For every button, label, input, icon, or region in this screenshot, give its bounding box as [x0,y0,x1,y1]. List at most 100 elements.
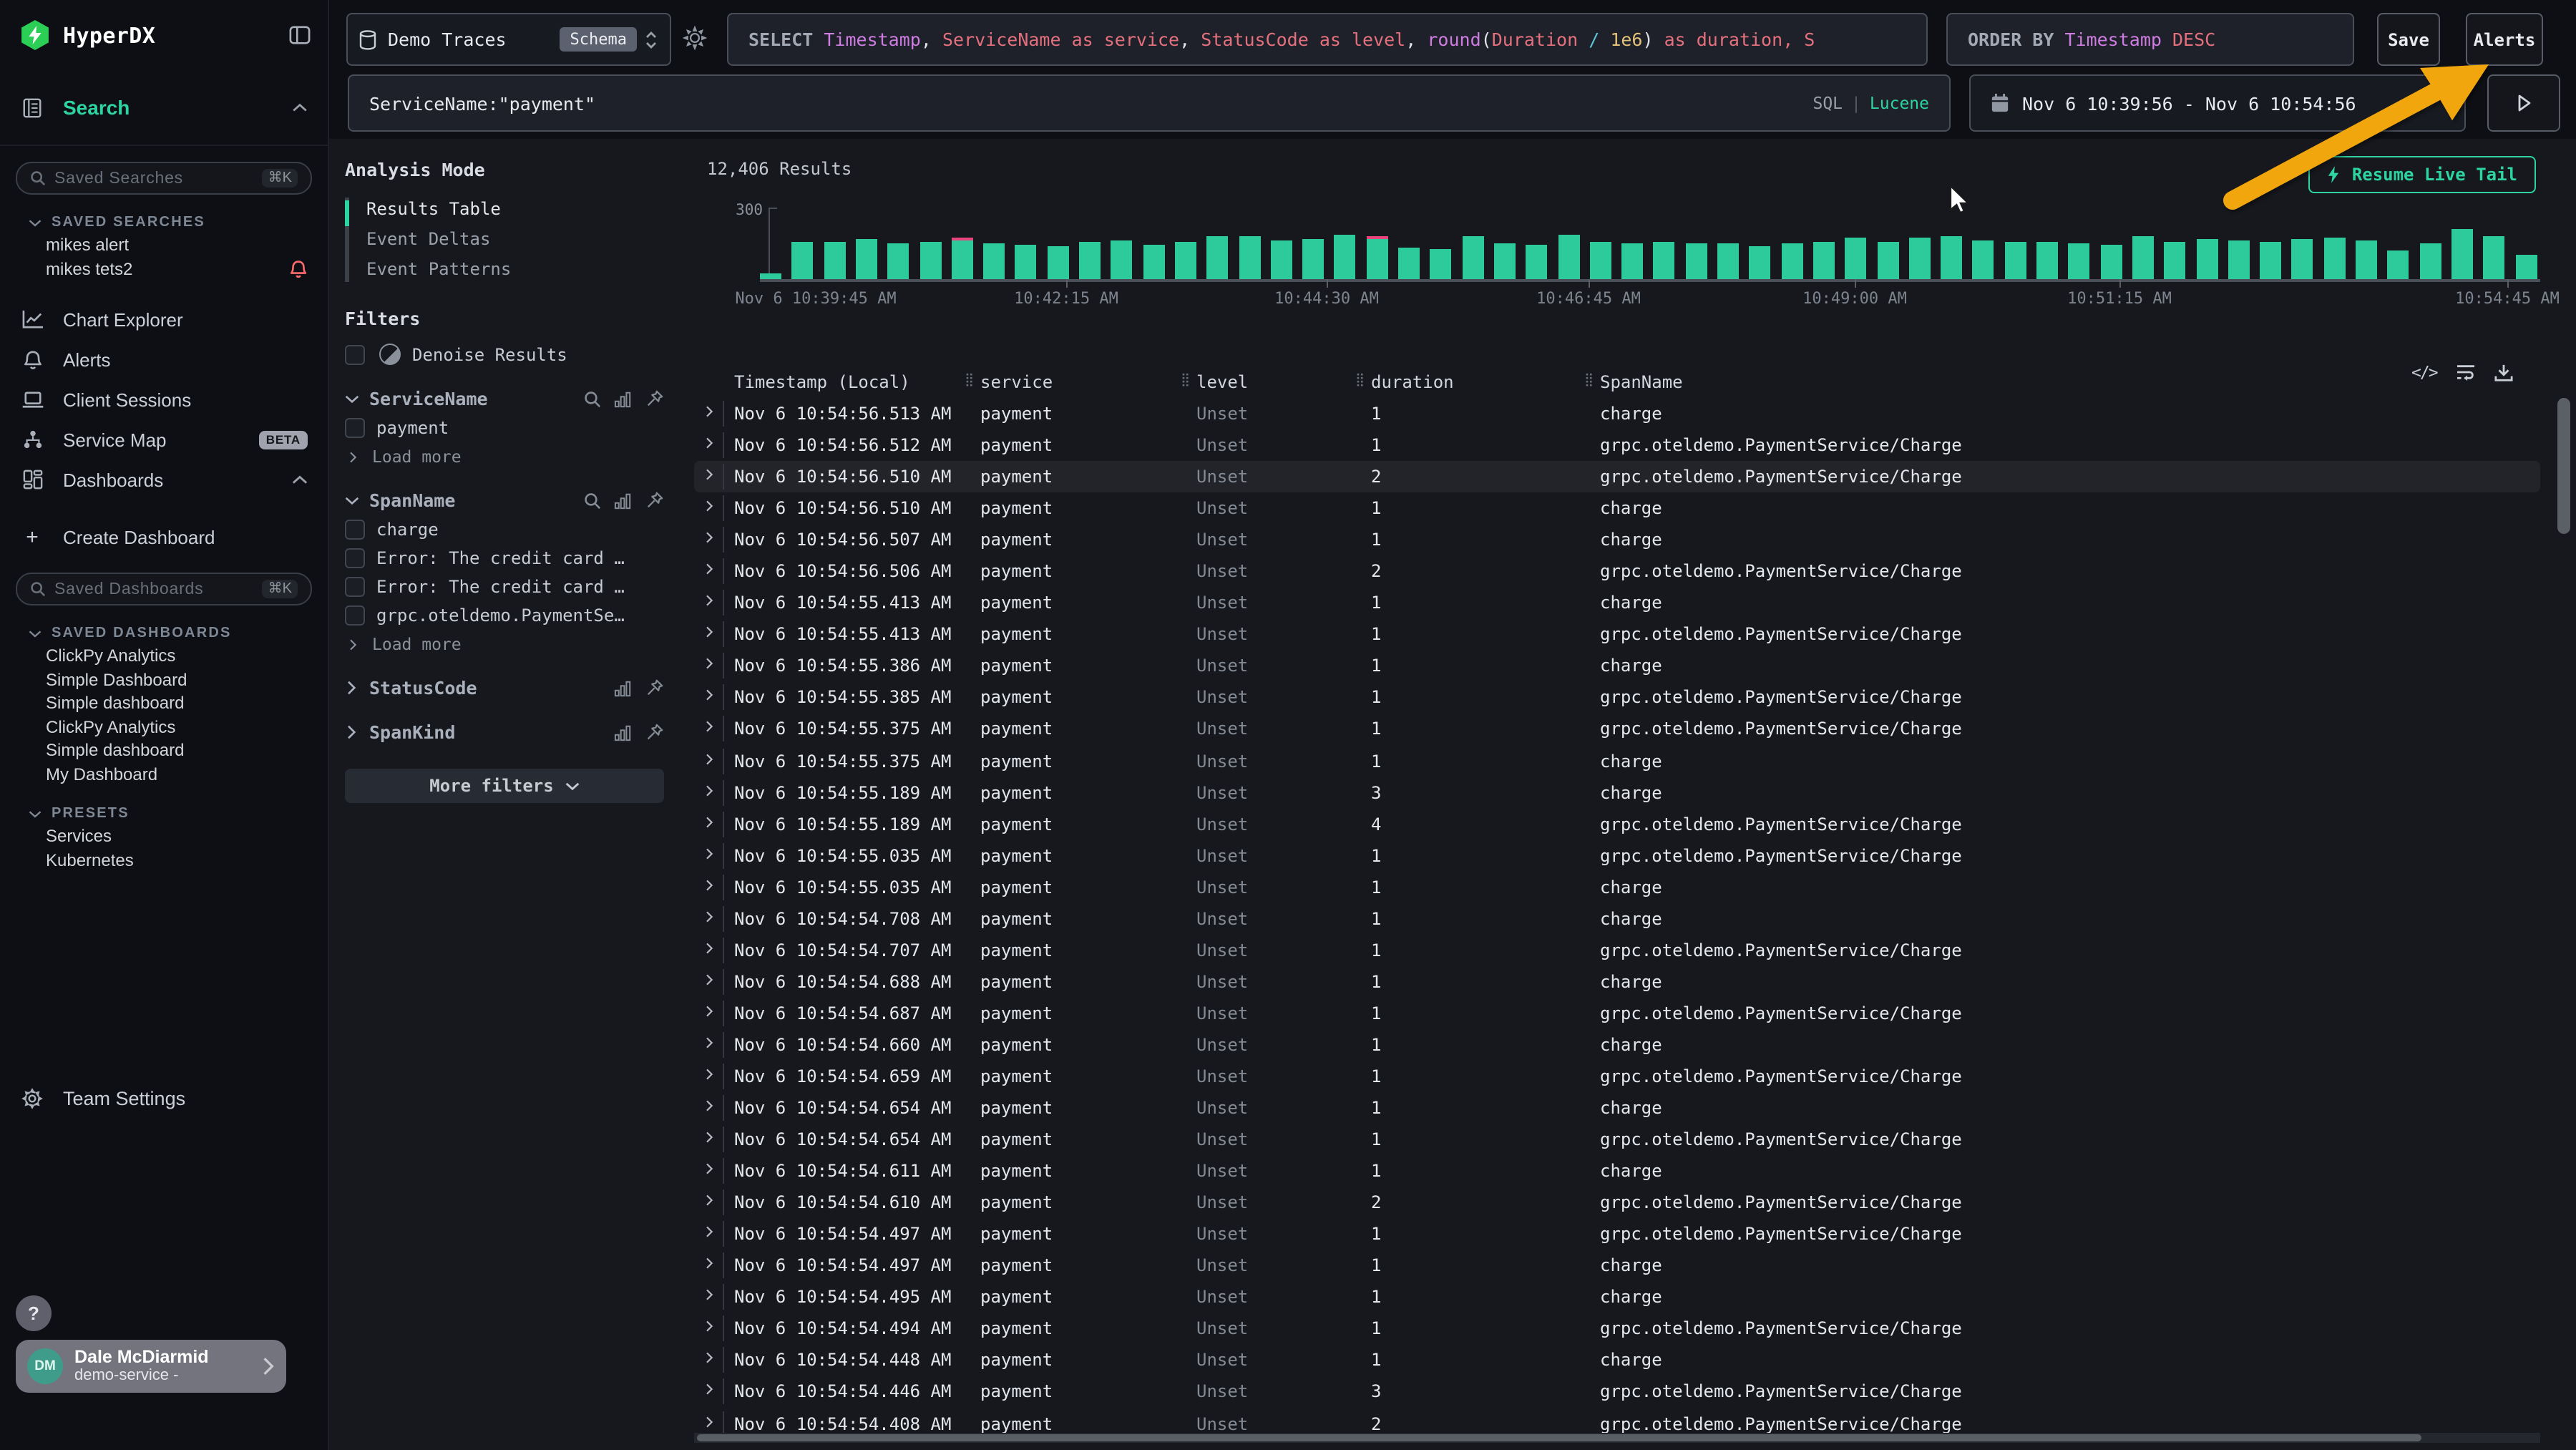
histogram-bar[interactable] [2388,250,2409,279]
row-expand-chevron-icon[interactable] [704,625,716,641]
histogram-bar[interactable] [1111,240,1133,279]
histogram-bar[interactable] [2196,239,2218,279]
histogram-bar[interactable] [1621,244,1643,279]
histogram-bar[interactable] [919,242,941,279]
histogram-bar[interactable] [2483,237,2504,279]
histogram-bar[interactable] [983,243,1005,279]
histogram-bar[interactable] [1750,246,1771,279]
histogram-bar[interactable] [2260,242,2281,279]
histogram-bar[interactable] [887,243,909,279]
presets-section-label[interactable]: PRESETS [29,806,328,822]
histogram-bar[interactable] [1654,243,1675,279]
more-filters-button[interactable]: More filters [345,769,664,803]
dataset-selector[interactable]: Demo Traces Schema [346,13,671,66]
histogram-bar[interactable] [952,240,973,279]
table-row[interactable]: Nov 6 10:54:56.512 AMpaymentUnset1grpc.o… [703,429,2536,461]
user-card[interactable]: DM Dale McDiarmid demo-service - [16,1340,286,1393]
histogram-bar[interactable] [1430,249,1452,279]
histogram-bar[interactable] [1079,243,1101,279]
filter-value-row[interactable]: charge [345,520,664,540]
row-expand-chevron-icon[interactable] [704,1256,716,1272]
histogram-bar[interactable] [2132,237,2154,279]
results-histogram[interactable]: 300 Nov 6 10:39:45 AM10:42:15 AM10:44:30… [703,203,2536,303]
saved-searches-input[interactable]: Saved Searches ⌘K [16,162,312,195]
preset-item[interactable]: Kubernetes [0,848,328,872]
filter-checkbox[interactable] [345,418,365,438]
table-row[interactable]: Nov 6 10:54:54.708 AMpaymentUnset1charge [703,903,2536,935]
histogram-bar[interactable] [2451,228,2473,279]
table-row[interactable]: Nov 6 10:54:55.035 AMpaymentUnset1grpc.o… [703,840,2536,871]
row-expand-chevron-icon[interactable] [704,782,716,798]
histogram-bar[interactable] [1271,240,1292,279]
column-drag-handle-icon[interactable]: ⣿ [965,374,972,388]
search-query-input[interactable]: ServiceName:"payment" SQL|Lucene [348,74,1951,132]
histogram-bar[interactable] [856,239,877,279]
table-row[interactable]: Nov 6 10:54:54.448 AMpaymentUnset1charge [703,1345,2536,1376]
order-by-input[interactable]: ORDER BY Timestamp DESC [1946,13,2354,66]
table-row[interactable]: Nov 6 10:54:54.446 AMpaymentUnset3grpc.o… [703,1376,2536,1408]
row-expand-chevron-icon[interactable] [704,1413,716,1429]
histogram-bar[interactable] [760,274,781,279]
sidebar-item-chart-explorer[interactable]: Chart Explorer [0,299,328,339]
table-row[interactable]: Nov 6 10:54:56.513 AMpaymentUnset1charge [703,398,2536,429]
mode-lucene-toggle[interactable]: Lucene [1870,93,1929,113]
histogram-bar[interactable] [1558,235,1579,279]
column-header-spanname[interactable]: SpanName [1600,372,1683,392]
pin-icon[interactable] [645,491,664,510]
row-expand-chevron-icon[interactable] [704,719,716,735]
table-row[interactable]: Nov 6 10:54:54.654 AMpaymentUnset1grpc.o… [703,1124,2536,1155]
table-row[interactable]: Nov 6 10:54:54.497 AMpaymentUnset1charge [703,1250,2536,1282]
histogram-bar[interactable] [2004,242,2026,279]
saved-dashboard-item[interactable]: Simple dashboard [0,739,328,762]
saved-dashboard-item[interactable]: ClickPy Analytics [0,644,328,668]
row-expand-chevron-icon[interactable] [704,467,716,482]
search-icon[interactable] [584,390,601,407]
table-row[interactable]: Nov 6 10:54:54.495 AMpaymentUnset1charge [703,1282,2536,1313]
histogram-bar[interactable] [1015,245,1037,279]
filter-checkbox[interactable] [345,577,365,597]
saved-dashboard-item[interactable]: Simple Dashboard [0,668,328,691]
histogram-bar[interactable] [1877,243,1898,279]
row-expand-chevron-icon[interactable] [704,561,716,577]
vertical-scrollbar[interactable] [2557,398,2570,534]
table-row[interactable]: Nov 6 10:54:54.687 AMpaymentUnset1grpc.o… [703,998,2536,1029]
row-expand-chevron-icon[interactable] [704,1129,716,1145]
filter-checkbox[interactable] [345,548,365,568]
histogram-bar[interactable] [1685,243,1707,279]
histogram-bar[interactable] [1973,240,1994,279]
row-expand-chevron-icon[interactable] [704,530,716,545]
row-expand-chevron-icon[interactable] [704,1066,716,1082]
filter-value-row[interactable]: Error: The credit card … [345,577,664,597]
filter-group-statuscode[interactable]: StatusCode [345,677,664,699]
row-expand-chevron-icon[interactable] [704,688,716,704]
column-header-duration[interactable]: duration [1371,372,1454,392]
histogram-bar[interactable] [1302,238,1324,279]
denoise-checkbox[interactable] [345,344,365,364]
row-expand-chevron-icon[interactable] [704,1003,716,1019]
search-icon[interactable] [584,492,601,509]
sidebar-collapse-icon[interactable] [289,24,311,46]
table-row[interactable]: Nov 6 10:54:55.386 AMpaymentUnset1charge [703,651,2536,682]
pin-icon[interactable] [645,678,664,697]
saved-dashboard-item[interactable]: ClickPy Analytics [0,715,328,739]
table-row[interactable]: Nov 6 10:54:55.375 AMpaymentUnset1charge [703,745,2536,777]
table-row[interactable]: Nov 6 10:54:56.510 AMpaymentUnset2grpc.o… [703,461,2536,492]
histogram-bar[interactable] [2515,254,2537,279]
table-row[interactable]: Nov 6 10:54:55.413 AMpaymentUnset1charge [703,588,2536,619]
row-expand-chevron-icon[interactable] [704,814,716,829]
analysis-mode-tab-event-patterns[interactable]: Event Patterns [345,255,664,285]
filter-group-servicename[interactable]: ServiceName [345,388,664,409]
saved-search-item[interactable]: mikes tets2 [0,257,328,281]
histogram-bar[interactable] [1494,243,1516,279]
saved-dashboards-section-label[interactable]: SAVED DASHBOARDS [29,626,328,641]
row-expand-chevron-icon[interactable] [704,845,716,861]
sidebar-item-alerts[interactable]: Alerts [0,339,328,379]
histogram-bar[interactable] [1781,244,1802,279]
table-row[interactable]: Nov 6 10:54:54.610 AMpaymentUnset2grpc.o… [703,1187,2536,1218]
row-expand-chevron-icon[interactable] [704,593,716,609]
table-row[interactable]: Nov 6 10:54:54.707 AMpaymentUnset1grpc.o… [703,935,2536,966]
histogram-bar[interactable] [1462,237,1483,279]
row-expand-chevron-icon[interactable] [704,656,716,672]
table-row[interactable]: Nov 6 10:54:55.375 AMpaymentUnset1grpc.o… [703,714,2536,745]
table-row[interactable]: Nov 6 10:54:54.659 AMpaymentUnset1grpc.o… [703,1061,2536,1092]
